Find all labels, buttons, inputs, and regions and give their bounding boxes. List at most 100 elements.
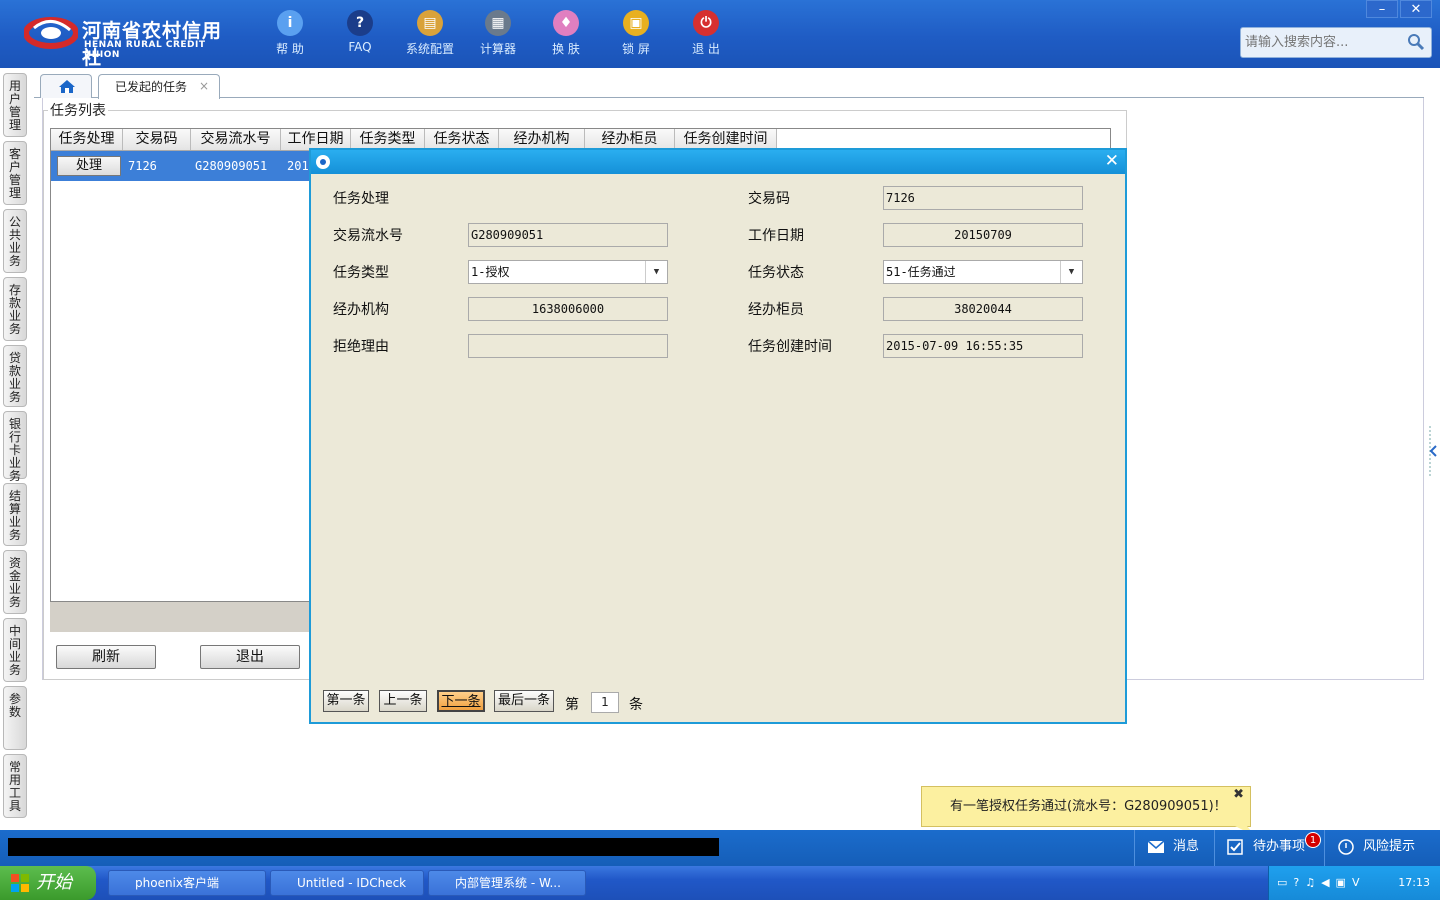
process-button[interactable]: 处理 [57,156,121,176]
toolbar-item-5[interactable]: ▣ 锁 屏 [601,10,671,62]
start-label: 开始 [36,872,72,893]
todo-count-badge: 1 [1305,832,1321,848]
task-type-select[interactable]: 1-授权 ▼ [468,260,668,284]
tab-label: 已发起的任务 [115,80,188,94]
toolbar-item-2[interactable]: ▤ 系统配置 [395,10,465,62]
logo-english-name: HENAN RURAL CREDIT UNION [84,40,206,60]
create-time-field[interactable]: 2015-07-09 16:55:35 [883,334,1083,358]
messages-button[interactable]: 消息 [1134,830,1214,866]
window-controls: – ✕ [1364,0,1432,18]
close-window-button[interactable]: ✕ [1400,0,1432,18]
sidebar-item-2[interactable]: 公共业务 [3,209,27,273]
right-edge [1424,98,1440,830]
work-date-field[interactable]: 20150709 [883,223,1083,247]
cell-serial: G280909051 [195,159,268,173]
search-icon[interactable] [1407,33,1425,51]
label-task-process: 任务处理 [333,191,389,207]
last-record-button[interactable]: 最后一条 [494,690,554,712]
task-list-title: 任务列表 [48,100,108,120]
column-header[interactable]: 交易流水号 [191,129,281,150]
task-status-value: 51-任务通过 [886,265,956,279]
org-field[interactable]: 1638006000 [468,297,668,321]
shirt-icon: ♦ [553,10,579,36]
label-work-date: 工作日期 [748,228,804,244]
collapse-arrow-icon[interactable] [1424,426,1440,476]
column-header[interactable]: 经办柜员 [585,129,675,150]
taskbar-item-phoenix[interactable]: phoenix客户端 [108,870,266,896]
envelope-icon [1147,839,1165,853]
left-nav: 用户管理客户管理公共业务存款业务贷款业务银行卡业务 结算业务资金业务中间业务参数常… [0,68,34,830]
app-icon [316,155,330,169]
windows-logo-icon [11,874,29,892]
sidebar-item-10[interactable]: 常用工具 [3,754,27,818]
teller-field[interactable]: 38020044 [883,297,1083,321]
search-box [1240,27,1432,58]
label-org: 经办机构 [333,302,389,318]
label-task-status: 任务状态 [748,265,804,281]
tab-initiated-tasks[interactable]: 已发起的任务 × [98,74,220,99]
column-header[interactable]: 经办机构 [499,129,585,150]
next-record-button[interactable]: 下一条 [437,690,485,712]
toolbar-item-0[interactable]: i 帮 助 [255,10,325,62]
chevron-down-icon[interactable]: ▼ [1060,261,1082,283]
dialog-close-button[interactable]: ✕ [1105,151,1119,171]
refresh-button[interactable]: 刷新 [56,645,156,669]
tray-icons[interactable]: ▭?♫◀▣V [1277,876,1365,889]
toolbar-label: 计算器 [479,42,516,56]
prev-record-button[interactable]: 上一条 [379,690,427,712]
status-bar: 消息 待办事项 风险提示 [0,830,1440,866]
first-record-button[interactable]: 第一条 [323,690,369,712]
search-input[interactable] [1241,28,1401,57]
sidebar-item-8[interactable]: 中间业务 [3,618,27,682]
sidebar-item-4[interactable]: 贷款业务 [3,345,27,407]
start-button[interactable]: 开始 [0,866,96,900]
power-icon: ⏻ [693,10,719,36]
toolbar-label: 系统配置 [405,42,454,56]
sidebar-item-6[interactable]: 结算业务 [3,483,27,546]
column-header[interactable]: 工作日期 [281,129,351,150]
minimize-button[interactable]: – [1366,0,1398,18]
system-tray: ▭?♫◀▣V 17:13 [1268,866,1440,900]
toolbar-label: 锁 屏 [622,42,650,56]
table-row[interactable]: 处理 7126 G280909051 201 [51,151,316,181]
toolbar-item-6[interactable]: ⏻ 退 出 [671,10,741,62]
toolbar-label: FAQ [348,40,372,54]
toolbar-label: 帮 助 [276,42,304,56]
logo-swirl-icon [24,17,78,49]
column-header[interactable]: 任务状态 [425,129,499,150]
sidebar-item-5[interactable]: 银行卡业务 [3,411,27,483]
page-suffix: 条 [629,697,643,713]
toolbar-item-4[interactable]: ♦ 换 肤 [531,10,601,62]
serial-field[interactable]: G280909051 [468,223,668,247]
chevron-down-icon[interactable]: ▼ [645,261,667,283]
toast-message: 有一笔授权任务通过(流水号：G280909051)！ [950,799,1227,814]
taskbar-item-internal-system[interactable]: 内部管理系统 - W... [428,870,586,896]
column-header[interactable]: 任务类型 [351,129,425,150]
sidebar-item-7[interactable]: 资金业务 [3,550,27,614]
tab-strip: 已发起的任务 × [34,70,1424,99]
risk-alert-button[interactable]: 风险提示 [1324,830,1440,866]
label-reject-reason: 拒绝理由 [333,339,389,355]
calculator-icon: ▦ [485,10,511,36]
sidebar-item-3[interactable]: 存款业务 [3,277,27,341]
clock: 17:13 [1398,876,1430,889]
column-header[interactable]: 任务创建时间 [675,129,777,150]
sidebar-item-9[interactable]: 参数 [3,686,27,750]
sidebar-item-1[interactable]: 客户管理 [3,141,27,205]
tab-home[interactable] [40,74,92,98]
column-header[interactable]: 任务处理 [51,129,123,150]
sidebar-item-0[interactable]: 用户管理 [3,73,27,137]
exit-button[interactable]: 退出 [200,645,300,669]
toolbar-item-3[interactable]: ▦ 计算器 [463,10,533,62]
trade-code-field[interactable]: 7126 [883,186,1083,210]
task-status-select[interactable]: 51-任务通过 ▼ [883,260,1083,284]
page-number-input[interactable]: 1 [591,692,619,713]
toolbar-item-1[interactable]: ? FAQ [325,10,395,62]
toolbox-icon: ▤ [417,10,443,36]
taskbar-item-idcheck[interactable]: Untitled - IDCheck [270,870,424,896]
reject-reason-field[interactable] [468,334,668,358]
checkbox-icon [1227,838,1243,855]
tab-close-icon[interactable]: × [199,79,209,93]
toast-close-icon[interactable]: ✖ [1233,775,1244,814]
column-header[interactable]: 交易码 [123,129,191,150]
